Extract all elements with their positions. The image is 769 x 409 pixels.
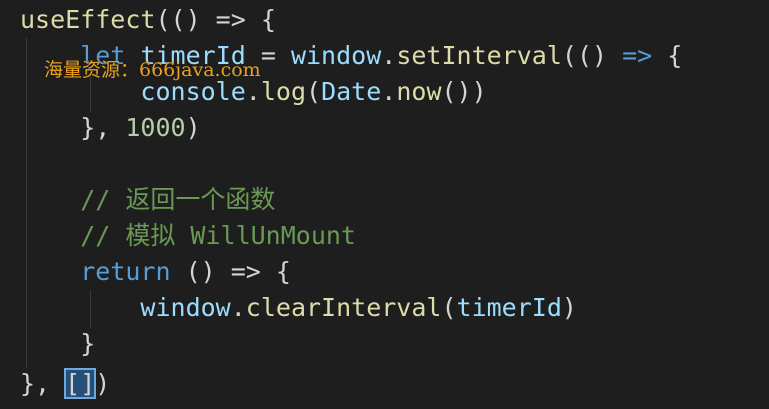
token-function: useEffect	[20, 5, 156, 34]
token-punctuation: },	[80, 113, 126, 142]
token-brace: {	[667, 41, 683, 70]
code-line-8[interactable]: return () => {	[20, 254, 291, 290]
code-editor[interactable]: useEffect(() => { let timerId = window.s…	[0, 0, 769, 409]
token-comment: // 模拟 WillUnMount	[80, 221, 356, 250]
code-line-1[interactable]: useEffect(() => {	[20, 2, 276, 38]
token-arrow: =>	[607, 41, 668, 70]
token-paren: )	[561, 293, 577, 322]
selected-bracket: []	[64, 368, 97, 399]
token-keyword: return	[80, 257, 171, 286]
token-variable: timerId	[456, 293, 562, 322]
token-function: setInterval	[396, 41, 562, 70]
code-line-10[interactable]: }	[20, 326, 95, 362]
token-object: window	[140, 293, 231, 322]
code-line-9[interactable]: window.clearInterval(timerId)	[20, 290, 577, 326]
token-number: 1000	[125, 113, 186, 142]
token-dot: .	[230, 293, 246, 322]
token-function: clearInterval	[245, 293, 442, 322]
token-paren: (	[306, 77, 322, 106]
token-paren: )	[95, 369, 111, 398]
token-paren: )	[185, 113, 201, 142]
token-brace: }	[80, 329, 96, 358]
token-object: window	[290, 41, 382, 70]
token-comment: // 返回一个函数	[80, 185, 276, 214]
token-paren: ())	[441, 77, 487, 106]
code-line-7[interactable]: // 模拟 WillUnMount	[20, 218, 356, 254]
code-line-5[interactable]	[20, 146, 35, 182]
token-paren: (()	[561, 41, 608, 70]
code-line-6[interactable]: // 返回一个函数	[20, 182, 275, 218]
token-paren: (	[441, 293, 457, 322]
token-class: Date	[321, 77, 382, 106]
code-line-4[interactable]: }, 1000)	[20, 110, 201, 146]
token-function: log	[260, 77, 306, 106]
watermark: 海量资源：666java.com	[44, 59, 261, 81]
code-line-11[interactable]: }, [])	[20, 366, 110, 402]
token-punctuation: },	[20, 369, 66, 398]
token-punctuation: () => {	[170, 257, 291, 286]
token-function: now	[396, 77, 442, 106]
token-punctuation: (() => {	[155, 5, 276, 34]
token-dot: .	[381, 77, 397, 106]
token-dot: .	[381, 41, 397, 70]
